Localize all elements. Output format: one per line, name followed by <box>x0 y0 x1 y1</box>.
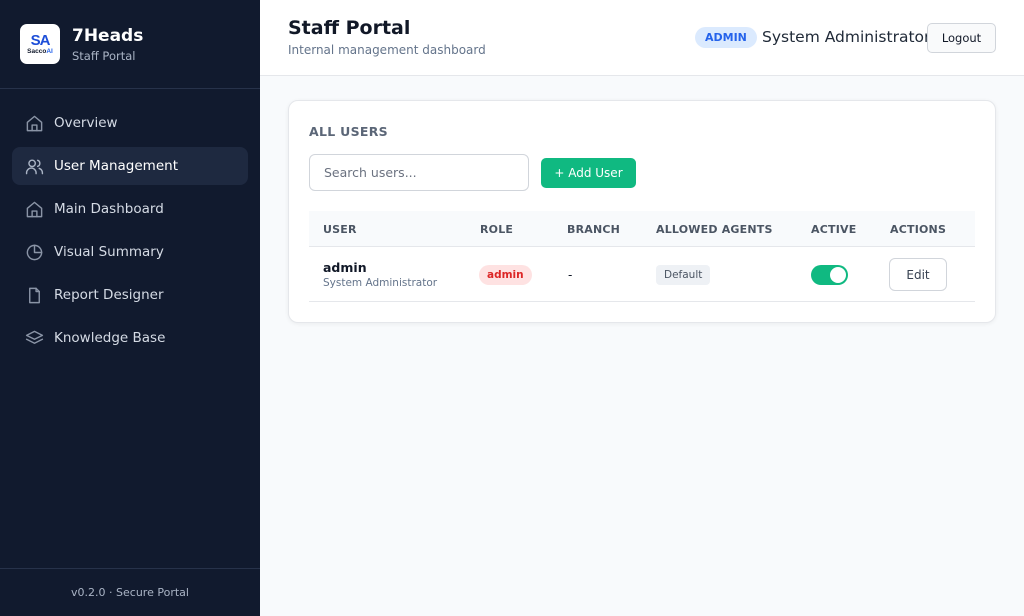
column-header-branch: BRANCH <box>567 222 621 236</box>
sidebar-item-label: Knowledge Base <box>54 330 166 346</box>
file-icon <box>29 287 40 303</box>
allowed-agents-cell: Default <box>656 247 711 302</box>
column-header-actions: ACTIONS <box>890 222 947 236</box>
search-input[interactable] <box>309 154 529 191</box>
pie-chart-icon <box>26 244 43 260</box>
card-title: ALL USERS <box>309 124 388 139</box>
edit-button[interactable]: Edit <box>889 258 947 291</box>
column-header-active: ACTIVE <box>811 222 857 236</box>
logo-mark: SA <box>30 31 51 49</box>
page-title: Staff Portal <box>288 17 411 39</box>
add-user-button[interactable]: + Add User <box>541 158 636 188</box>
sidebar-item-user-management[interactable]: User Management <box>12 147 248 185</box>
sidebar-item-knowledge-base[interactable]: Knowledge Base <box>12 319 248 357</box>
sidebar: SA SaccoAI 7Heads Staff Portal Overview … <box>0 0 260 616</box>
users-icon <box>25 158 44 174</box>
sidebar-footer: v0.2.0 · Secure Portal <box>0 568 260 616</box>
sidebar-item-label: User Management <box>54 158 178 174</box>
current-user-name: System Administrator <box>762 28 931 46</box>
role-pill: admin <box>479 264 532 285</box>
column-header-user: USER <box>323 222 357 236</box>
sidebar-item-label: Report Designer <box>54 287 164 303</box>
layers-icon <box>25 330 44 344</box>
brand: SA SaccoAI 7Heads Staff Portal <box>0 0 260 89</box>
sidebar-item-main-dashboard[interactable]: Main Dashboard <box>12 190 248 228</box>
column-header-allowed-agents: ALLOWED AGENTS <box>656 222 773 236</box>
actions-cell: Edit <box>889 247 947 302</box>
active-cell <box>811 247 848 302</box>
sidebar-nav: Overview User Management Main Dashboard … <box>0 89 260 357</box>
brand-logo[interactable]: SA SaccoAI <box>20 24 60 64</box>
table-row: admin System Administrator admin - Defau… <box>309 247 975 302</box>
logout-button[interactable]: Logout <box>927 23 996 53</box>
branch-value: - <box>568 267 573 282</box>
home-icon <box>26 115 43 131</box>
home-icon <box>26 201 43 217</box>
sidebar-item-overview[interactable]: Overview <box>12 104 248 142</box>
toggle-knob <box>830 266 846 283</box>
user-full-name: System Administrator <box>323 276 438 289</box>
table-header: USER ROLE BRANCH ALLOWED AGENTS ACTIVE A… <box>309 211 975 247</box>
active-toggle[interactable] <box>811 264 848 285</box>
user-cell: admin System Administrator <box>323 247 437 302</box>
page-subtitle: Internal management dashboard <box>288 43 486 57</box>
role-badge: ADMIN <box>695 27 757 48</box>
column-header-role: ROLE <box>480 222 514 236</box>
sidebar-item-label: Visual Summary <box>54 244 164 260</box>
top-bar: Staff Portal Internal management dashboa… <box>260 0 1024 76</box>
logo-wordmark: SaccoAI <box>27 47 53 55</box>
allowed-agents-pill: Default <box>656 264 711 285</box>
users-card: ALL USERS + Add User USER ROLE BRANCH AL… <box>288 100 996 323</box>
brand-name: 7Heads <box>72 25 144 46</box>
sidebar-item-label: Overview <box>54 115 118 131</box>
role-cell: admin <box>479 247 532 302</box>
branch-cell: - <box>568 247 572 302</box>
username: admin <box>323 259 367 275</box>
users-table: USER ROLE BRANCH ALLOWED AGENTS ACTIVE A… <box>309 211 975 302</box>
sidebar-item-visual-summary[interactable]: Visual Summary <box>12 233 248 271</box>
sidebar-item-label: Main Dashboard <box>54 201 164 217</box>
brand-subtitle: Staff Portal <box>72 48 136 63</box>
sidebar-item-report-designer[interactable]: Report Designer <box>12 276 248 314</box>
